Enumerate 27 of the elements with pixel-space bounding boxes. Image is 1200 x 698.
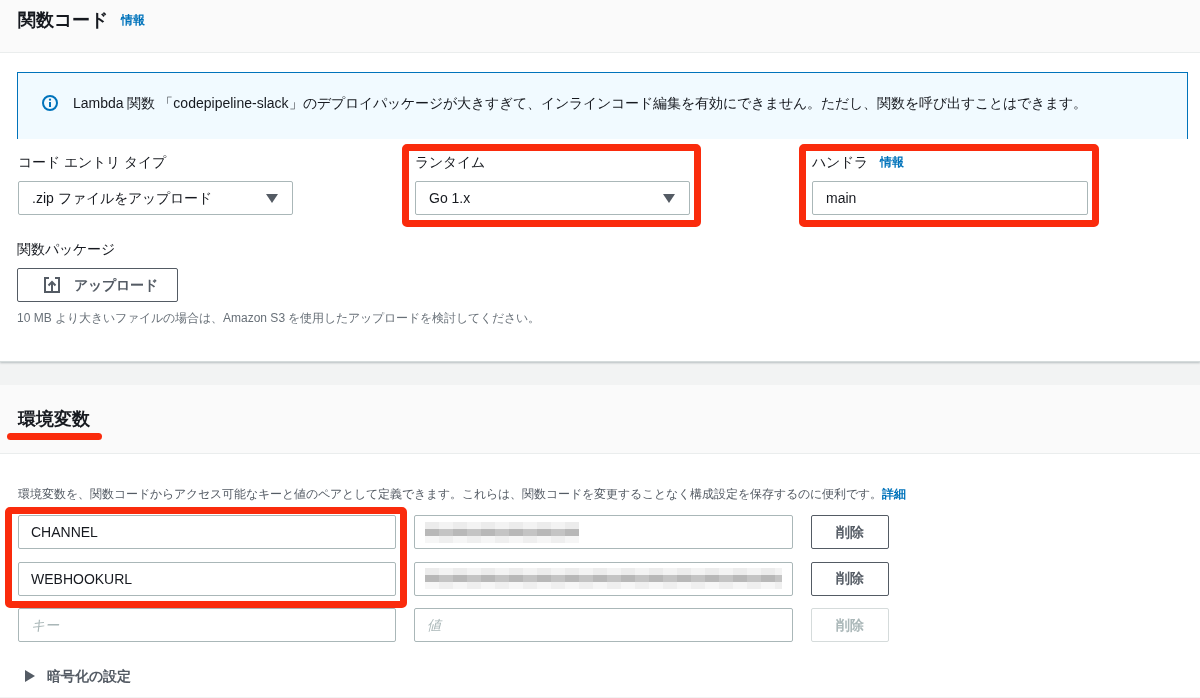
- upload-button[interactable]: アップロード: [17, 268, 178, 302]
- field-label: ランタイム: [415, 153, 485, 172]
- upload-icon: [44, 277, 60, 293]
- select-dropdown[interactable]: .zip ファイルをアップロード: [18, 181, 293, 215]
- info-icon: [42, 95, 58, 111]
- field-label: コード エントリ タイプ: [18, 153, 166, 172]
- info-link[interactable]: 情報: [880, 154, 904, 170]
- description-text: 環境変数を、関数コードからアクセス可能なキーと値のペアとして定義できます。これらは、関数コードを変更することなく構成設定を保存するのに便利です。詳細: [18, 486, 907, 502]
- info-link[interactable]: 情報: [121, 12, 145, 28]
- delete-button[interactable]: 削除: [811, 515, 889, 549]
- caret-down-icon: [663, 193, 675, 203]
- key-input[interactable]: WEBHOOKURL: [18, 561, 396, 596]
- section-title: 環境変数: [18, 408, 90, 431]
- expand-toggle[interactable]: 暗号化の設定: [18, 666, 131, 686]
- details-link[interactable]: 詳細: [882, 487, 906, 501]
- hint-text: 10 MB より大きいファイルの場合は、Amazon S3 を使用したアップロードを検討してください。: [17, 310, 542, 326]
- select-dropdown[interactable]: Go 1.x: [415, 181, 690, 215]
- alert-text: Lambda 関数 「codepipeline-slack」のデプロイパッケージが大きすぎて、インラインコード編集を有効にできません。ただし、関数を呼び出すことはできます。: [73, 94, 1087, 113]
- delete-button[interactable]: 削除: [811, 561, 889, 596]
- field-label: ハンドラ: [812, 153, 868, 172]
- field-label: 関数パッケージ: [17, 240, 116, 259]
- caret-down-icon: [266, 193, 278, 203]
- key-input[interactable]: CHANNEL: [18, 515, 396, 549]
- text-input[interactable]: main: [812, 181, 1088, 215]
- section-title: 関数コード: [18, 9, 108, 32]
- value-input[interactable]: [414, 515, 793, 549]
- value-input[interactable]: [414, 561, 793, 596]
